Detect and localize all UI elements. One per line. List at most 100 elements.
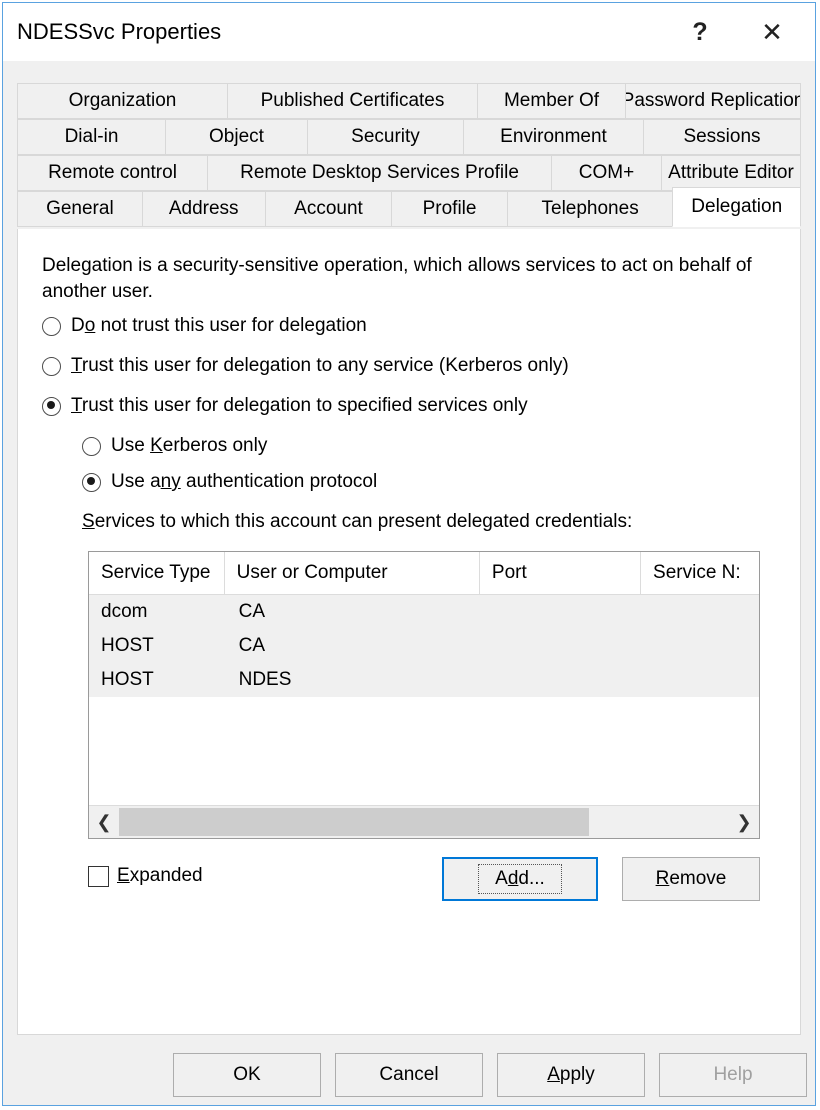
table-row[interactable]: HOST CA [89, 629, 759, 663]
delegation-description: Delegation is a security-sensitive opera… [42, 255, 752, 302]
column-header-service-type[interactable]: Service Type [89, 552, 225, 594]
services-list-label: Services to which this account can prese… [82, 511, 633, 532]
tab-row-2: Dial-in Object Security Environment Sessions [17, 119, 801, 155]
radio-use-kerberos-only[interactable]: Use Kerberos only [82, 435, 267, 457]
ok-button[interactable]: OK [173, 1053, 321, 1097]
tab-password-replication[interactable]: Password Replication [625, 83, 801, 119]
apply-button[interactable]: Apply [497, 1053, 645, 1097]
radio-circle-icon [42, 316, 61, 336]
scrollbar-track[interactable] [119, 807, 729, 837]
tab-row-4: General Address Account Profile Telephones De… [17, 187, 801, 231]
help-dialog-button: Help [659, 1053, 807, 1097]
tab-label: Security [351, 126, 420, 147]
radio-label: Trust this user for delegation to any se… [71, 355, 569, 376]
tab-row-1: Organization Published Certificates Member… [17, 83, 801, 119]
radio-use-any-auth-protocol[interactable]: Use any authentication protocol [82, 471, 377, 493]
title-bar: NDESSvc Properties ? ✕ [3, 3, 815, 61]
cancel-button-label: Cancel [379, 1064, 439, 1085]
cell-service-type: HOST [101, 669, 154, 690]
expanded-label: Expanded [117, 865, 203, 886]
tab-label: Organization [68, 90, 177, 111]
remove-button-label: Remove [655, 868, 727, 889]
remove-button[interactable]: Remove [622, 857, 760, 901]
help-button-label: Help [713, 1064, 753, 1085]
list-header-row: Service Type User or Computer Port Servi… [89, 552, 759, 595]
tab-general[interactable]: General [17, 191, 142, 227]
cell-user-or-computer: CA [238, 601, 265, 622]
tab-environment[interactable]: Environment [463, 119, 643, 155]
tab-dial-in[interactable]: Dial-in [17, 119, 165, 155]
radio-trust-any-service[interactable]: Trust this user for delegation to any se… [42, 355, 569, 377]
column-header-service-name[interactable]: Service N: [641, 552, 759, 594]
radio-circle-selected-icon [42, 396, 61, 416]
question-mark-icon: ? [692, 17, 708, 46]
radio-label: Trust this user for delegation to specif… [71, 395, 528, 416]
radio-circle-icon [82, 436, 101, 456]
expanded-checkbox[interactable]: Expanded [88, 865, 203, 887]
checkbox-icon [88, 865, 109, 887]
list-body: dcom CA HOST CA HOST NDES [89, 595, 759, 697]
tab-remote-control[interactable]: Remote control [17, 155, 207, 191]
tab-sessions[interactable]: Sessions [643, 119, 801, 155]
chevron-left-icon[interactable]: ❮ [89, 807, 119, 837]
table-row[interactable]: dcom CA [89, 595, 759, 629]
tab-label: Object [209, 126, 264, 147]
cell-user-or-computer: NDES [238, 669, 292, 690]
tab-published-certificates[interactable]: Published Certificates [227, 83, 477, 119]
tab-security[interactable]: Security [307, 119, 463, 155]
tab-label: Delegation [691, 196, 783, 217]
tab-member-of[interactable]: Member Of [477, 83, 625, 119]
tab-label: Member Of [503, 90, 600, 111]
tab-label: Password Replication [625, 90, 801, 111]
radio-circle-selected-icon [82, 472, 101, 492]
tab-remote-desktop-services-profile[interactable]: Remote Desktop Services Profile [207, 155, 551, 191]
cell-service-type: HOST [101, 635, 154, 656]
tab-label: General [46, 198, 114, 219]
horizontal-scrollbar[interactable]: ❮ ❯ [89, 805, 759, 838]
column-header-user-or-computer[interactable]: User or Computer [225, 552, 480, 594]
tab-label: Environment [500, 126, 607, 147]
radio-trust-specified-services[interactable]: Trust this user for delegation to specif… [42, 395, 528, 417]
add-button-label: Add... [478, 864, 562, 894]
radio-label: Use Kerberos only [111, 435, 268, 456]
tab-telephones[interactable]: Telephones [506, 191, 673, 227]
cell-user-or-computer: CA [238, 635, 265, 656]
close-button[interactable]: ✕ [743, 3, 801, 61]
column-header-port[interactable]: Port [480, 552, 642, 594]
tab-strip: Organization Published Certificates Member… [17, 83, 801, 231]
tab-delegation[interactable]: Delegation [672, 187, 801, 227]
chevron-right-icon[interactable]: ❯ [729, 807, 759, 837]
help-button[interactable]: ? [671, 3, 729, 61]
properties-dialog: NDESSvc Properties ? ✕ Organization Publi… [2, 2, 816, 1106]
tab-profile[interactable]: Profile [391, 191, 507, 227]
tab-label: COM+ [578, 162, 635, 183]
radio-circle-icon [42, 356, 61, 376]
tab-object[interactable]: Object [165, 119, 307, 155]
tab-address[interactable]: Address [141, 191, 265, 227]
tab-label: Telephones [541, 198, 639, 219]
cell-service-type: dcom [101, 601, 148, 622]
ok-button-label: OK [233, 1064, 261, 1085]
tab-label: Sessions [683, 126, 761, 147]
table-row[interactable]: HOST NDES [89, 663, 759, 697]
apply-button-label: Apply [547, 1064, 595, 1085]
tab-account[interactable]: Account [264, 191, 392, 227]
tab-label: Published Certificates [260, 90, 445, 111]
tab-label: Account [294, 198, 363, 219]
cancel-button[interactable]: Cancel [335, 1053, 483, 1097]
tab-row-3: Remote control Remote Desktop Services Pr… [17, 155, 801, 191]
tab-label: Dial-in [64, 126, 119, 147]
tab-attribute-editor[interactable]: Attribute Editor [661, 155, 801, 191]
radio-label: Do not trust this user for delegation [71, 315, 367, 336]
tab-com[interactable]: COM+ [551, 155, 661, 191]
radio-do-not-trust[interactable]: Do not trust this user for delegation [42, 315, 367, 337]
close-icon: ✕ [761, 17, 783, 47]
add-button[interactable]: Add... [442, 857, 598, 901]
tab-organization[interactable]: Organization [17, 83, 227, 119]
tab-label: Address [168, 198, 239, 219]
tab-label: Profile [422, 198, 477, 219]
window-title: NDESSvc Properties [17, 19, 222, 44]
scrollbar-thumb[interactable] [119, 808, 589, 836]
delegation-tab-panel: Delegation is a security-sensitive opera… [17, 229, 801, 1035]
services-list-view[interactable]: Service Type User or Computer Port Servi… [88, 551, 760, 839]
